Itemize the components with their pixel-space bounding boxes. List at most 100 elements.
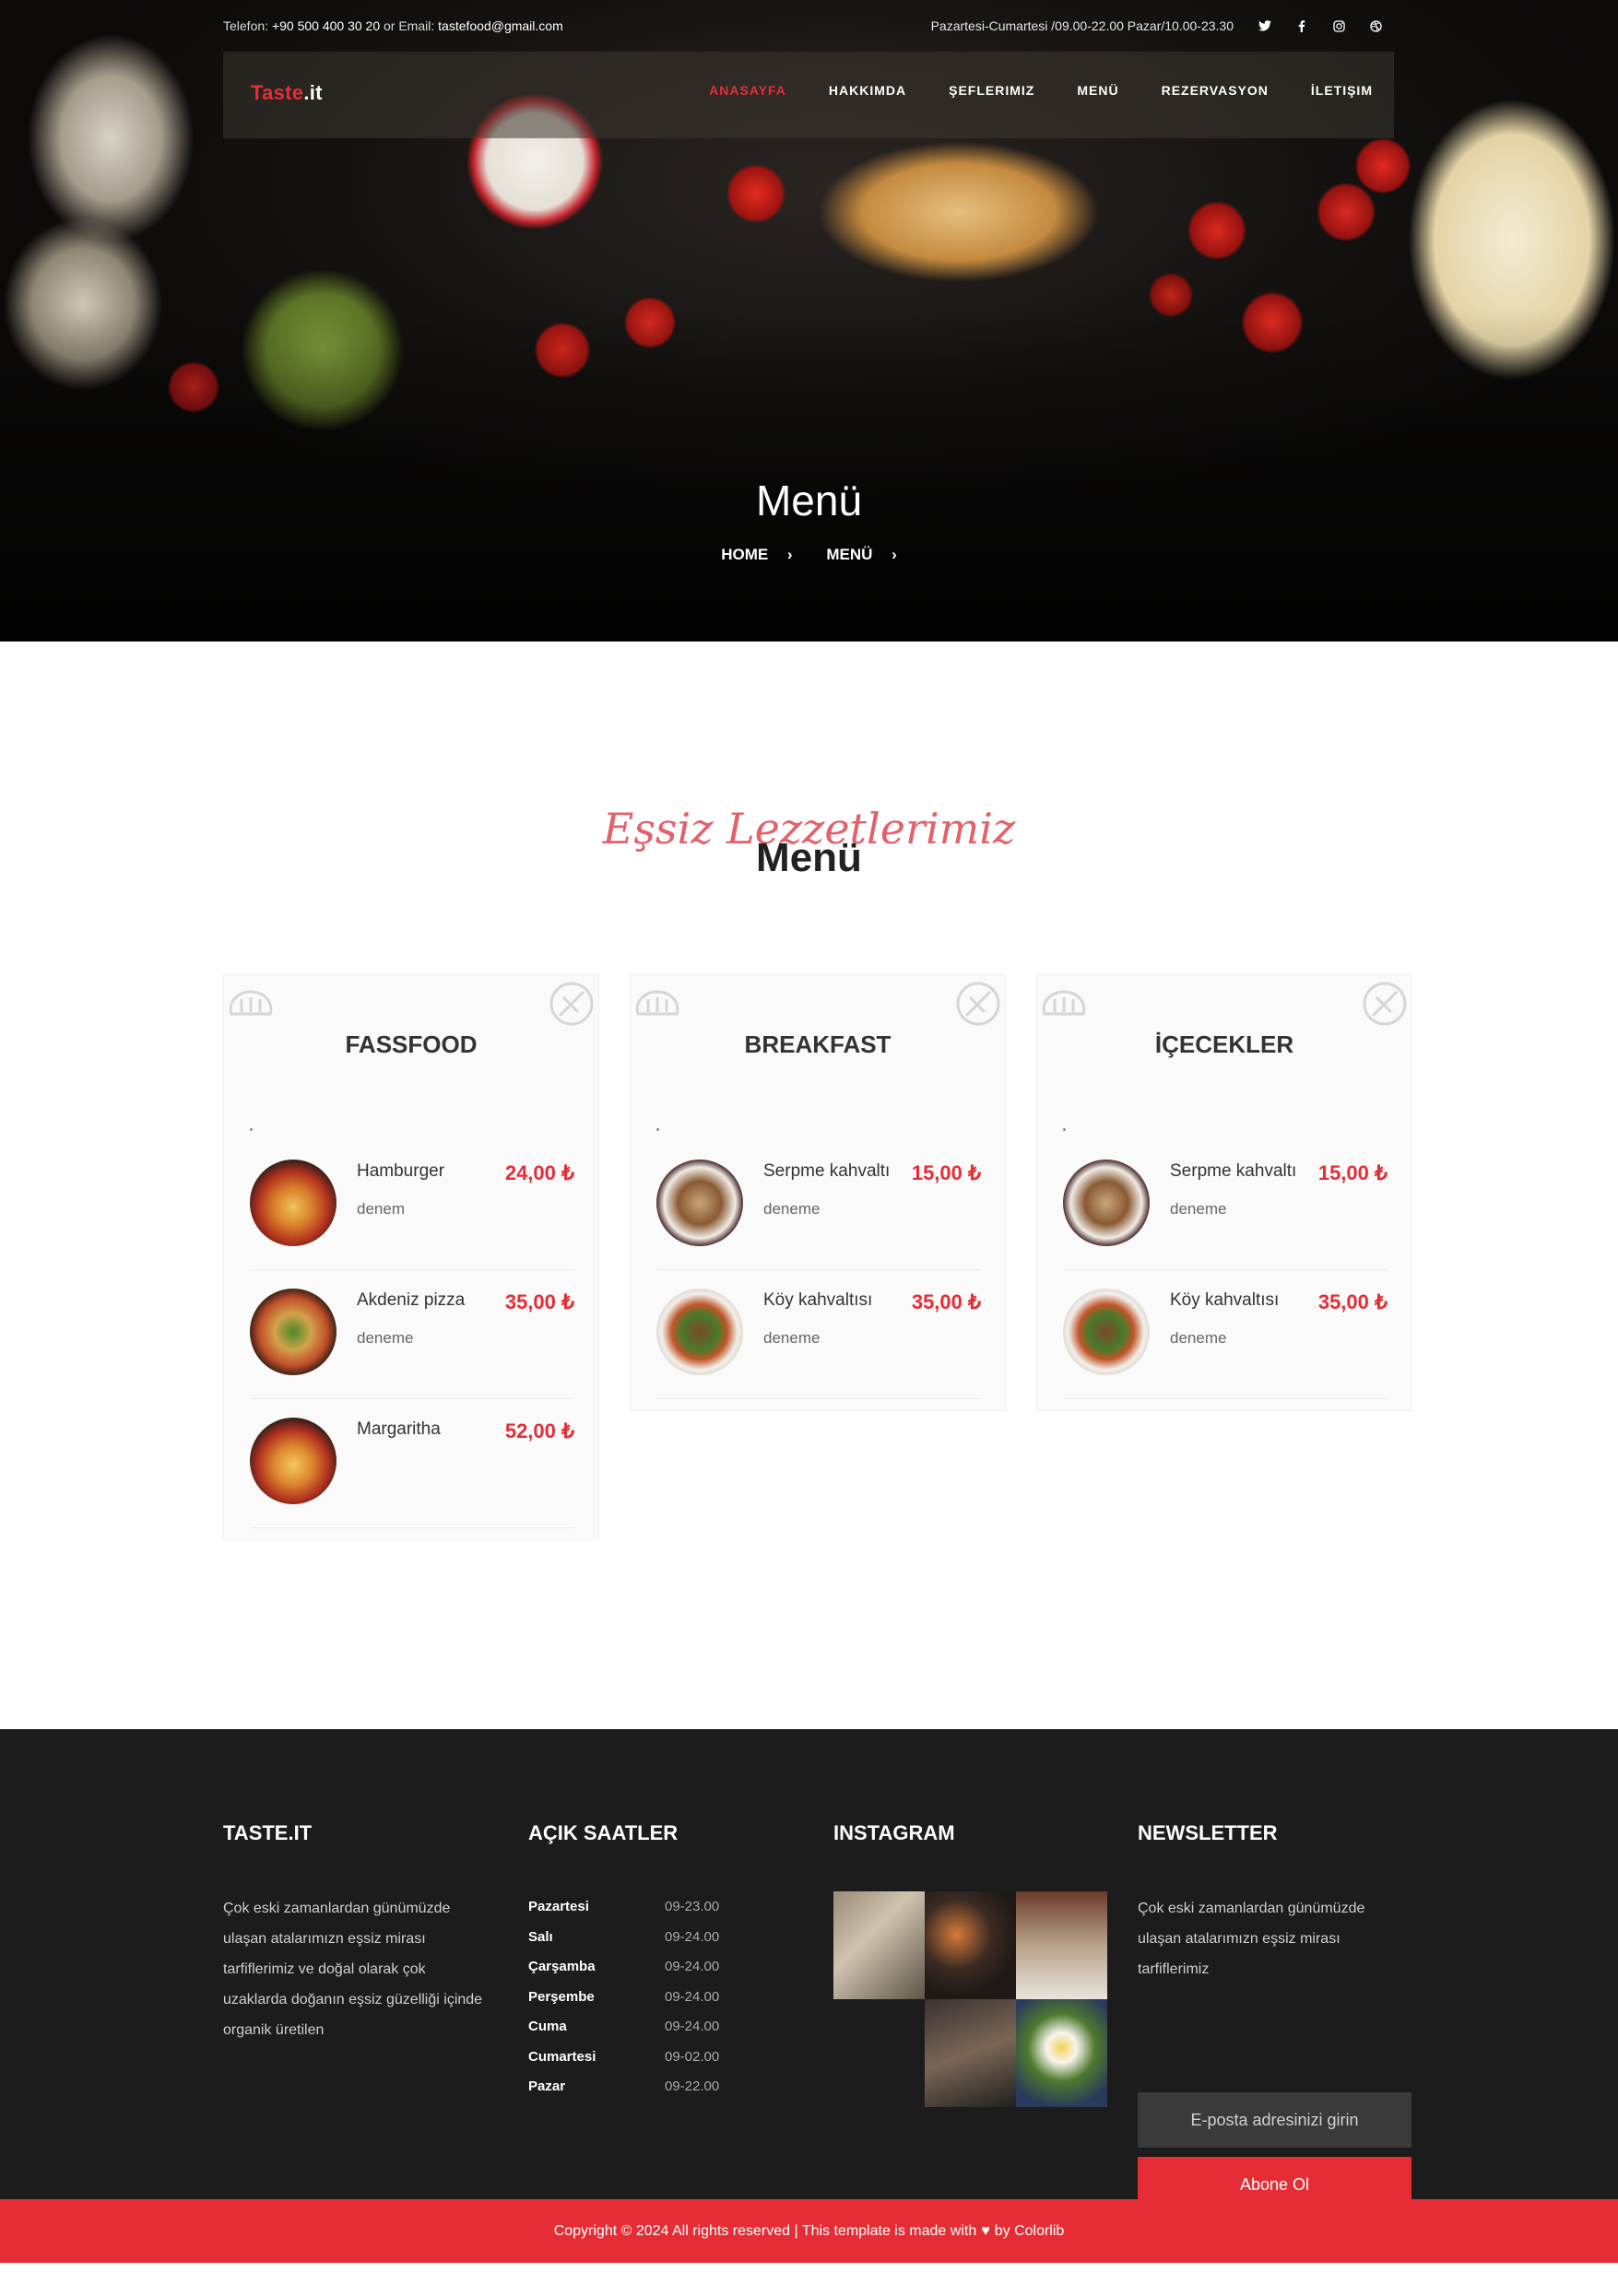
menu-item-desc: deneme xyxy=(357,1329,414,1347)
breadcrumb-home[interactable]: HOME › xyxy=(714,546,799,563)
menu-item-name: Margaritha xyxy=(357,1419,441,1439)
menu-item[interactable]: Hamburger denem 24,00 ₺ xyxy=(250,1141,574,1270)
hours-day: Cumartesi xyxy=(528,2048,596,2065)
or-label: or xyxy=(384,18,396,33)
colorlib-link[interactable]: by Colorlib xyxy=(995,2223,1065,2240)
phone-label: Telefon: xyxy=(223,18,269,33)
section-title: Menü xyxy=(756,835,862,880)
twitter-icon[interactable] xyxy=(1246,17,1283,35)
logo-part2: .it xyxy=(303,81,323,104)
menu-item-price: 52,00 ₺ xyxy=(504,1419,574,1442)
hours-time: 09-22.00 xyxy=(665,2078,720,2094)
hours-day: Çarşamba xyxy=(528,1959,596,1974)
footer-instagram: INSTAGRAM xyxy=(833,1821,1107,2107)
menu-card-title: İÇECEKLER xyxy=(1154,1030,1294,1058)
page-title: Menü xyxy=(755,477,863,524)
hours-day: Salı xyxy=(528,1928,553,1945)
email-link[interactable]: tastefood@gmail.com xyxy=(438,18,563,33)
menu-item[interactable]: Serpme kahvaltı deneme 15,00 ₺ xyxy=(1063,1141,1388,1270)
topbar: Telefon: +90 500 400 30 20 or Email: tas… xyxy=(223,17,1394,35)
hours-row: Cuma 09-24.00 xyxy=(528,2019,740,2049)
menu-item-price: 15,00 ₺ xyxy=(911,1161,981,1184)
hours-list: Pazartesi 09-23.00 Salı 09-24.00 Çarşamba 0… xyxy=(528,1899,740,2109)
hours-row: Salı 09-24.00 xyxy=(528,1929,740,1960)
newsletter-email-input[interactable]: E-posta adresinizi girin xyxy=(1138,2092,1411,2148)
footer-newsletter-text: Çok eski zamanlardan günümüzde ulaşan at… xyxy=(1138,1901,1365,1977)
footer-about-title: TASTE.IT xyxy=(223,1821,313,1844)
footer-about-text: Çok eski zamanlardan günümüzde ulaşan at… xyxy=(223,1901,483,2038)
phone-number[interactable]: +90 500 400 30 20 xyxy=(272,18,380,33)
hours-time: 09-24.00 xyxy=(665,1959,720,1974)
footer: TASTE.IT Çok eski zamanlardan günümüzde … xyxy=(0,1729,1618,2212)
nav-item-hakkimda[interactable]: HAKKIMDA xyxy=(808,83,927,98)
bread-icon xyxy=(1042,990,1086,1016)
menu-item[interactable]: Köy kahvaltısı deneme 35,00 ₺ xyxy=(656,1270,981,1399)
menu-item[interactable]: Akdeniz pizza deneme 35,00 ₺ xyxy=(250,1270,574,1399)
main-navbar: Taste.it ANASAYFA HAKKIMDA ŞEFLERIMIZ ME… xyxy=(223,52,1394,138)
instagram-gallery xyxy=(833,1891,1107,2107)
menu-item-name: Serpme kahvaltı xyxy=(763,1161,891,1181)
chevron-right-icon: › xyxy=(892,546,897,563)
separator-dot xyxy=(656,1128,659,1131)
menu-item-name: Akdeniz pizza xyxy=(357,1290,466,1310)
menu-item-price: 35,00 ₺ xyxy=(911,1290,981,1313)
opening-hours: Pazartesi-Cumartesi /09.00-22.00 Pazar/1… xyxy=(930,18,1234,33)
footer-instagram-title: INSTAGRAM xyxy=(833,1821,955,1844)
menu-item-price: 15,00 ₺ xyxy=(1317,1161,1388,1184)
bread-icon xyxy=(229,990,273,1016)
hours-row: Pazar 09-22.00 xyxy=(528,2078,740,2109)
menu-item-price: 35,00 ₺ xyxy=(1317,1290,1388,1313)
instagram-photo[interactable] xyxy=(1016,1891,1107,1999)
hours-day: Perşembe xyxy=(528,1988,595,2005)
menu-card-title: FASSFOOD xyxy=(345,1030,478,1058)
footer-newsletter: NEWSLETTER Çok eski zamanlardan günümüzd… xyxy=(1138,1821,1411,2212)
instagram-photo[interactable] xyxy=(833,1891,925,1999)
instagram-photo[interactable] xyxy=(925,1891,1016,1999)
facebook-icon[interactable] xyxy=(1283,17,1320,35)
menu-item-desc: denem xyxy=(357,1200,405,1218)
menu-item-name: Hamburger xyxy=(357,1161,445,1181)
hours-row: Pazartesi 09-23.00 xyxy=(528,1899,740,1929)
nav-item-anasayfa[interactable]: ANASAYFA xyxy=(688,83,808,98)
breadcrumb-home-label: HOME xyxy=(721,546,769,563)
menu-item[interactable]: Margaritha 52,00 ₺ xyxy=(250,1399,574,1528)
instagram-photo[interactable] xyxy=(925,1999,1016,2107)
footer-hours: AÇIK SAATLER Pazartesi 09-23.00 Salı 09-24… xyxy=(528,1821,719,2094)
separator-dot xyxy=(1063,1128,1066,1131)
footer-hours-title: AÇIK SAATLER xyxy=(528,1821,679,1844)
menu-item-image xyxy=(1063,1289,1150,1375)
breadcrumb: HOME › MENÜ › xyxy=(0,546,1618,564)
menu-item-desc: deneme xyxy=(1170,1200,1227,1218)
hours-time: 09-24.00 xyxy=(665,2019,720,2034)
instagram-icon[interactable] xyxy=(1320,17,1357,35)
footer-newsletter-title: NEWSLETTER xyxy=(1138,1821,1278,1844)
hours-day: Pazartesi xyxy=(528,1899,589,1914)
footer-about: TASTE.IT Çok eski zamanlardan günümüzde … xyxy=(223,1821,482,2038)
menu-item-image xyxy=(250,1418,337,1504)
site-logo[interactable]: Taste.it xyxy=(251,81,323,105)
menu-item[interactable]: Köy kahvaltısı deneme 35,00 ₺ xyxy=(1063,1270,1388,1399)
copyright-text: Copyright © 2024 All rights reserved | T… xyxy=(553,2222,977,2239)
nav-item-seflerimiz[interactable]: ŞEFLERIMIZ xyxy=(927,83,1056,98)
nav-item-menu[interactable]: MENÜ xyxy=(1056,83,1140,98)
menu-card-fassfood: FASSFOOD Hamburger denem 24,00 ₺ Akdeniz… xyxy=(223,974,599,1540)
menu-item-image xyxy=(250,1160,337,1246)
menu-item[interactable]: Serpme kahvaltı deneme 15,00 ₺ xyxy=(656,1141,981,1270)
nav-item-iletisim[interactable]: İLETIŞIM xyxy=(1290,83,1394,98)
menu-card-title: BREAKFAST xyxy=(744,1030,892,1058)
menu-item-desc: deneme xyxy=(1170,1329,1227,1347)
instagram-photo[interactable] xyxy=(1016,1999,1107,2107)
menu-item-desc: deneme xyxy=(763,1329,821,1347)
breadcrumb-menu: MENÜ › xyxy=(819,546,903,563)
copyright-bar: Copyright © 2024 All rights reserved | T… xyxy=(0,2199,1618,2263)
menu-item-name: Serpme kahvaltı xyxy=(1170,1161,1297,1181)
hours-time: 09-24.00 xyxy=(665,1988,720,2005)
hours-time: 09-24.00 xyxy=(665,1928,720,1945)
menu-item-image xyxy=(1063,1160,1150,1246)
menu-item-name: Köy kahvaltısı xyxy=(763,1290,873,1310)
hours-time: 09-02.00 xyxy=(665,2048,720,2065)
separator-dot xyxy=(250,1128,253,1131)
pizza-icon xyxy=(549,982,594,1026)
dribbble-icon[interactable] xyxy=(1357,17,1394,35)
nav-item-rezervasyon[interactable]: REZERVASYON xyxy=(1140,83,1290,98)
